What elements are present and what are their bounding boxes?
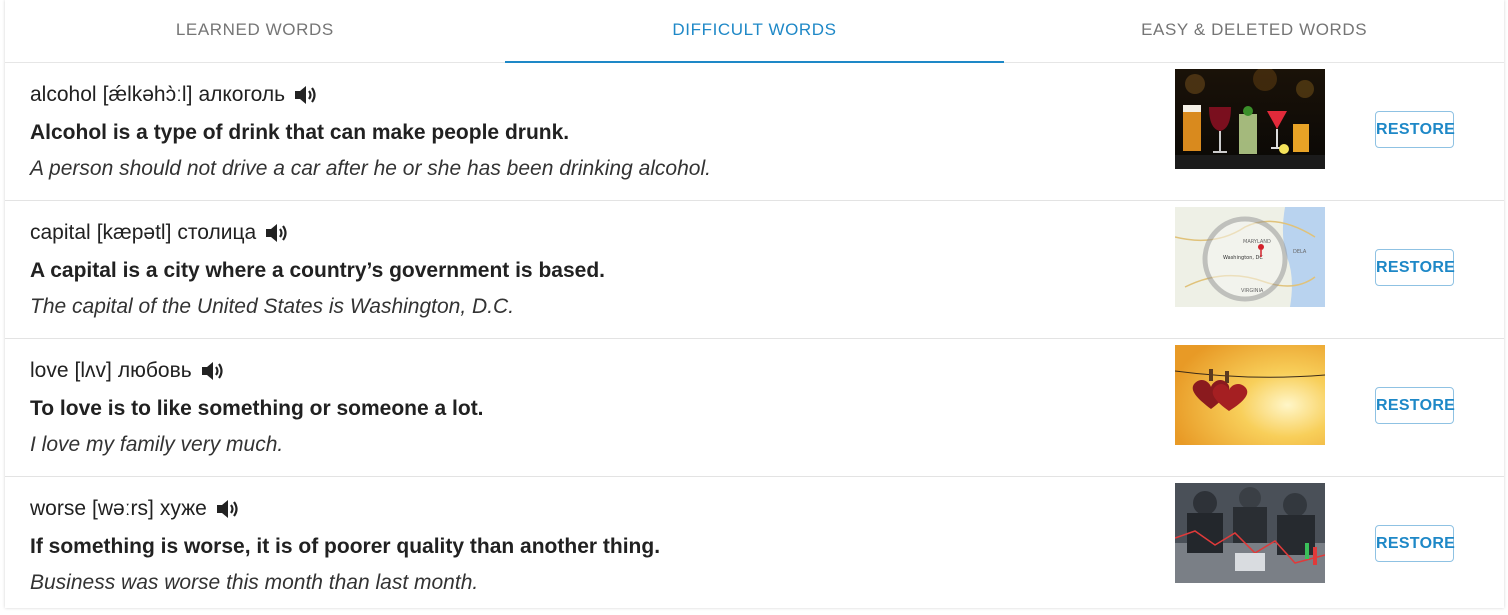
business-image [1175,483,1325,583]
tab-difficult-words[interactable]: DIFFICULT WORDS [504,0,1005,63]
speaker-icon[interactable] [264,221,290,245]
word-row-capital: capital [kæpətl] столица A capital is a … [5,201,1504,339]
word-text: capital [30,221,91,244]
restore-button[interactable]: RESTORE [1375,525,1455,562]
word-transcription: [wəːrs] [92,497,154,520]
word-example: Business was worse this month than last … [30,571,479,594]
word-header: alcohol [ǽlkəhɔ̀ːl] алкоголь [30,83,319,107]
word-text: love [30,359,69,382]
word-text: worse [30,497,87,520]
word-list: alcohol [ǽlkəhɔ̀ːl] алкоголь Alcohol is … [5,63,1504,615]
tab-learned-words[interactable]: LEARNED WORDS [5,0,505,62]
word-definition: If something is worse, it is of poorer q… [30,535,661,558]
speaker-icon[interactable] [215,497,241,521]
tab-easy-deleted-words[interactable]: EASY & DELETED WORDS [1004,0,1504,62]
word-example: I love my family very much. [30,433,284,456]
word-row-love: love [lʌv] любовь To love is to like som… [5,339,1504,477]
word-translation: столица [177,221,257,244]
speaker-icon[interactable] [200,359,226,383]
map-label-washington: Washington, DC [1223,255,1263,261]
word-header: love [lʌv] любовь [30,359,226,383]
word-header: capital [kæpətl] столица [30,221,290,245]
word-transcription: [lʌv] [74,359,112,382]
word-definition: To love is to like something or someone … [30,397,484,420]
map-label-dela: DELA [1293,249,1307,255]
word-translation: хуже [159,497,207,520]
word-example: A person should not drive a car after he… [30,157,711,180]
word-transcription: [ǽlkəhɔ̀ːl] [102,83,193,106]
map-image: MARYLAND Washington, DC VIRGINIA DELA [1175,207,1325,307]
restore-button[interactable]: RESTORE [1375,249,1455,286]
word-example: The capital of the United States is Wash… [30,295,515,318]
map-label-virginia: VIRGINIA [1241,288,1264,294]
speaker-icon[interactable] [293,83,319,107]
word-definition: A capital is a city where a country’s go… [30,259,605,282]
restore-button[interactable]: RESTORE [1375,111,1455,148]
word-row-alcohol: alcohol [ǽlkəhɔ̀ːl] алкоголь Alcohol is … [5,63,1504,201]
restore-button[interactable]: RESTORE [1375,387,1455,424]
map-label-maryland: MARYLAND [1243,239,1271,245]
tab-bar: LEARNED WORDS DIFFICULT WORDS EASY & DEL… [5,0,1504,63]
word-translation: любовь [117,359,192,382]
word-transcription: [kæpətl] [96,221,172,244]
word-translation: алкоголь [198,83,286,106]
vocabulary-panel: LEARNED WORDS DIFFICULT WORDS EASY & DEL… [5,0,1504,608]
word-definition: Alcohol is a type of drink that can make… [30,121,570,144]
drinks-image [1175,69,1325,169]
word-text: alcohol [30,83,97,106]
hearts-image [1175,345,1325,445]
word-header: worse [wəːrs] хуже [30,497,241,521]
word-row-worse: worse [wəːrs] хуже If something is worse… [5,477,1504,615]
